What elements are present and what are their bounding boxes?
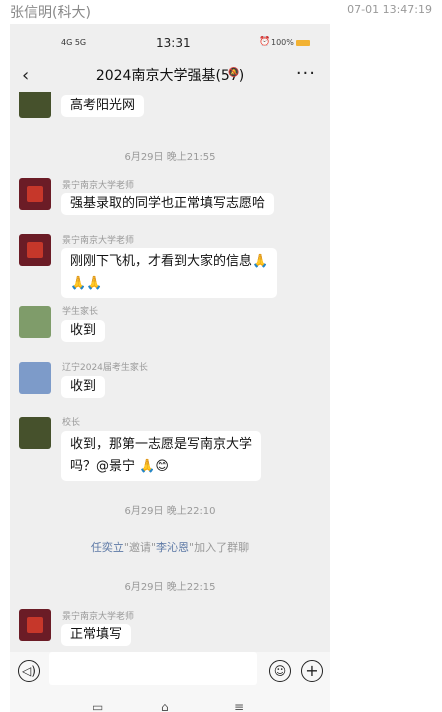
message-bubble[interactable]: 正常填写 [61, 624, 132, 646]
battery-percent: 100% [271, 38, 294, 47]
avatar[interactable] [19, 306, 51, 338]
sender-name: 景宁南京大学老师 [62, 181, 135, 191]
signal-indicator: 4G 5G [61, 38, 87, 47]
chat-title: 2024南京大学强基(57) [95, 68, 245, 84]
avatar[interactable] [19, 178, 51, 210]
message-bubble[interactable]: 刚刚下飞机，才看到大家的信息🙏 🙏🙏 [61, 248, 278, 298]
avatar[interactable] [19, 92, 51, 118]
message-line: 刚刚下飞机，才看到大家的信息🙏 [70, 254, 269, 269]
message-bubble[interactable]: 收到，那第一志愿是写南京大学 吗？@景宁 🙏😊 [61, 431, 262, 481]
inviter-link[interactable]: 任奕立 [91, 541, 124, 554]
timestamp: 6月29日 晚上22:10 [124, 506, 216, 517]
more-icon[interactable]: ··· [296, 63, 316, 84]
mute-icon: 🔕 [228, 68, 240, 78]
timestamp: 6月29日 晚上22:15 [124, 582, 216, 593]
message-bubble[interactable]: 高考阳光网 [61, 95, 145, 117]
chat-header: ‹ 2024南京大学强基(57) 🔕 ··· [10, 62, 330, 92]
avatar[interactable] [19, 362, 51, 394]
message-line: 收到，那第一志愿是写南京大学 [70, 437, 253, 452]
sender-name: 景宁南京大学老师 [62, 612, 135, 622]
sender-name: 学生家长 [62, 307, 99, 317]
voice-icon[interactable]: ◁) [18, 660, 40, 682]
poster-name: 张信明(科大) [10, 5, 91, 21]
phone-screenshot: 4G 5G 13:31 ⏰ 100% ‹ 2024南京大学强基(57) 🔕 ··… [10, 24, 330, 712]
system-nav-bar: ▭ ⌂ ≡ [10, 700, 330, 712]
message-list[interactable]: 高考阳光网 6月29日 晚上21:55 景宁南京大学老师 强基录取的同学也正常填… [10, 92, 330, 652]
battery-icon [296, 40, 310, 46]
message-bubble[interactable]: 强基录取的同学也正常填写志愿哈 [61, 193, 275, 215]
post-time: 07-01 13:47:19 [347, 3, 432, 16]
alarm-icon: ⏰ [259, 37, 271, 47]
message-line: 🙏🙏 [70, 276, 103, 291]
sender-name: 景宁南京大学老师 [62, 236, 135, 246]
sender-name: 校长 [62, 418, 81, 428]
system-notice: 任奕立"邀请"李沁恩"加入了群聊 [90, 541, 250, 554]
status-clock: 13:31 [156, 36, 191, 50]
timestamp: 6月29日 晚上21:55 [124, 152, 216, 163]
menu-icon[interactable]: ≡ [234, 700, 244, 712]
status-bar: 4G 5G 13:31 ⏰ 100% [10, 24, 330, 62]
plus-icon[interactable]: + [301, 660, 323, 682]
home-icon[interactable]: ⌂ [161, 700, 169, 712]
avatar[interactable] [19, 417, 51, 449]
post-header: 张信明(科大) 07-01 13:47:19 [0, 0, 442, 22]
avatar[interactable] [19, 234, 51, 266]
recent-apps-icon[interactable]: ▭ [92, 700, 103, 712]
avatar[interactable] [19, 609, 51, 641]
emoji-icon[interactable]: ☺ [269, 660, 291, 682]
message-input[interactable] [49, 652, 257, 685]
input-bar: ◁) ☺ + ▭ ⌂ ≡ [10, 652, 330, 712]
invitee-link[interactable]: 李沁恩 [156, 541, 189, 554]
message-bubble[interactable]: 收到 [61, 320, 106, 342]
message-line: 吗？@景宁 🙏😊 [70, 459, 169, 474]
message-bubble[interactable]: 收到 [61, 376, 106, 398]
sender-name: 辽宁2024届考生家长 [62, 363, 148, 373]
